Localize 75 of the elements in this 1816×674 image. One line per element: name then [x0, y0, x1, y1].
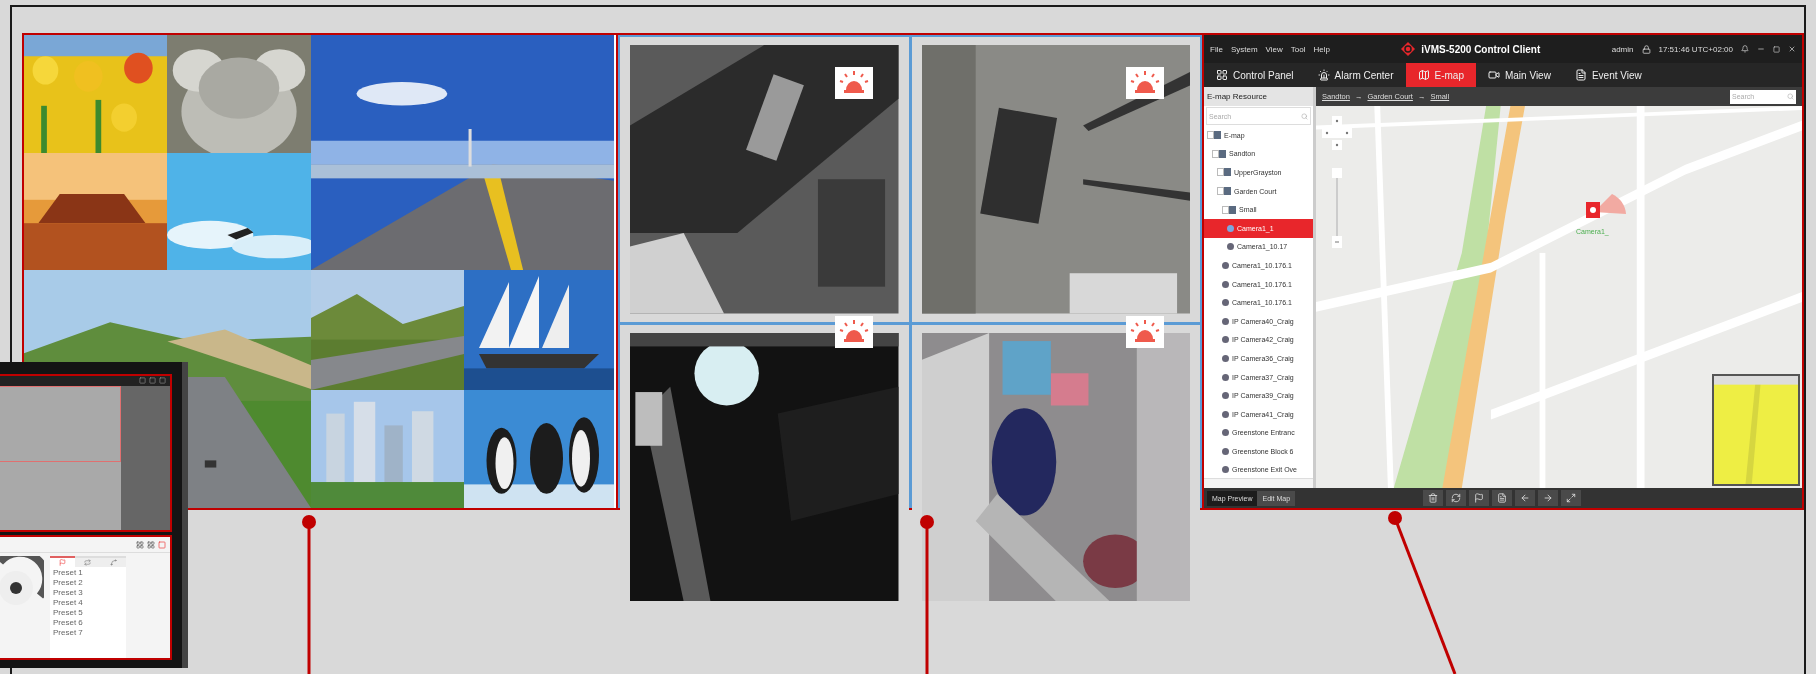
menu-item[interactable]: System: [1230, 44, 1258, 54]
preset-item[interactable]: Preset 6: [50, 617, 126, 627]
preset-item[interactable]: Preset 1: [50, 567, 126, 577]
camera-dot-icon: [1222, 261, 1229, 269]
refresh-button[interactable]: [1446, 490, 1467, 506]
menu-item[interactable]: View: [1265, 44, 1283, 54]
camera-dot-icon: [1222, 392, 1229, 400]
camera-dot-icon: [1222, 447, 1229, 455]
menu-item[interactable]: File: [1210, 44, 1223, 54]
grid-icon: [1216, 69, 1228, 81]
menu-item[interactable]: Help: [1313, 44, 1330, 54]
flag-button[interactable]: [1469, 490, 1490, 506]
map-folder-icon: [1222, 205, 1236, 214]
record-icon[interactable]: [158, 540, 166, 549]
restore-icon[interactable]: [1773, 45, 1780, 53]
menu-item[interactable]: Tool: [1290, 44, 1306, 54]
preset-item[interactable]: Preset 5: [50, 607, 126, 617]
arrow-right-icon: [1543, 493, 1554, 503]
path-icon: [109, 559, 117, 566]
preset-item[interactable]: Preset 2: [50, 577, 126, 587]
trash-icon: [1428, 493, 1439, 503]
bell-icon[interactable]: [1741, 45, 1749, 53]
map-folder-icon: [1207, 131, 1221, 140]
camera-dot-icon: [1222, 466, 1229, 474]
camera-dot-icon: [1222, 317, 1229, 325]
camera-dot-icon: [1222, 373, 1229, 381]
video-camera-icon: [1487, 69, 1500, 81]
flag-icon: [1474, 493, 1485, 503]
camera-dot-icon: [1222, 280, 1229, 288]
arrow-left-icon: [1520, 493, 1531, 503]
ptz-tab[interactable]: [50, 556, 76, 567]
delete-button[interactable]: [1423, 490, 1444, 506]
document-icon: [1574, 69, 1587, 81]
scroll-bar[interactable]: [1204, 478, 1313, 488]
search-icon: [1787, 93, 1794, 100]
close-icon[interactable]: [1788, 45, 1796, 53]
camera-dot-icon: [1222, 354, 1229, 362]
flag-icon: [59, 559, 67, 566]
preset-item[interactable]: Preset 3: [50, 587, 126, 597]
lock-icon[interactable]: [1641, 44, 1651, 54]
clock-text: 17:51:46 UTC+02:00: [1658, 44, 1733, 54]
cycle-icon: [84, 559, 92, 566]
camera-dot-icon: [1222, 299, 1229, 307]
back-button[interactable]: [1515, 490, 1536, 506]
minimize-icon[interactable]: [1757, 45, 1765, 53]
window-title: iVMS-5200 Control Client: [1421, 43, 1541, 55]
refresh-icon: [1451, 493, 1462, 503]
module-tab[interactable]: Alarm Center: [1305, 63, 1406, 87]
grid-icon[interactable]: [147, 540, 155, 549]
panel-title: E-map Resource: [1204, 87, 1313, 106]
logo-icon: [1401, 42, 1416, 56]
camera-dot-icon: [1227, 243, 1234, 251]
search-icon: [1301, 112, 1308, 120]
document-button[interactable]: [1492, 490, 1513, 506]
camera-dot-icon: [1222, 336, 1229, 344]
grid-icon[interactable]: [136, 540, 144, 549]
camera-dot-icon: [1222, 410, 1229, 418]
map-icon: [1417, 69, 1430, 81]
module-tab[interactable]: Event View: [1562, 63, 1654, 87]
expand-icon: [1566, 493, 1577, 503]
module-tab[interactable]: Control Panel: [1204, 63, 1306, 87]
siren-icon: [1317, 69, 1330, 81]
forward-button[interactable]: [1538, 490, 1559, 506]
preset-item[interactable]: Preset 4: [50, 597, 126, 607]
map-folder-icon: [1217, 168, 1231, 177]
module-tab[interactable]: E-map: [1405, 63, 1476, 87]
fullscreen-button[interactable]: [1561, 490, 1582, 506]
camera-dot-icon: [1222, 429, 1229, 437]
user-name: admin: [1611, 44, 1634, 54]
document-icon: [1497, 493, 1508, 503]
module-tab[interactable]: Main View: [1475, 63, 1563, 87]
map-folder-icon: [1212, 149, 1226, 158]
preset-item[interactable]: Preset 7: [50, 627, 126, 637]
map-folder-icon: [1217, 187, 1231, 196]
camera-dot-icon: [1227, 224, 1234, 232]
